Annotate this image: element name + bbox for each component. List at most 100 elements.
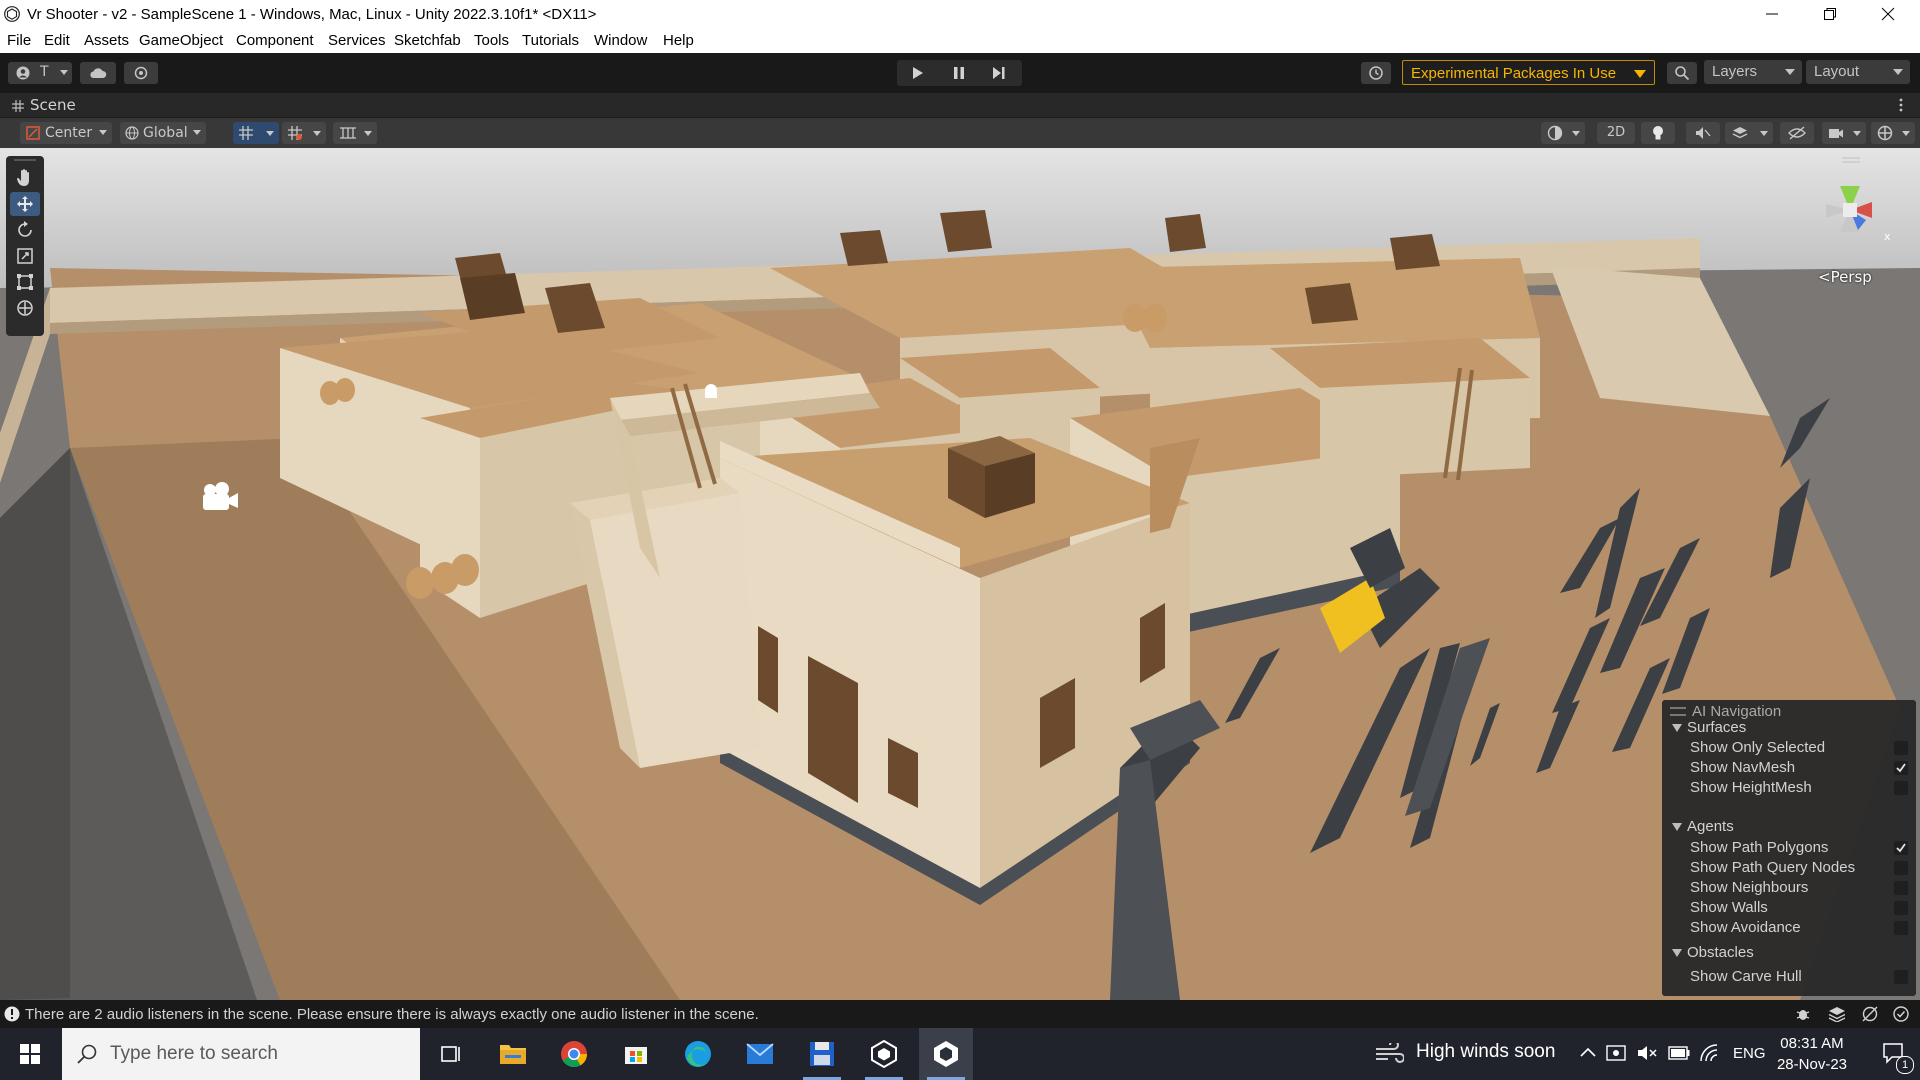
section-obstacles[interactable]: Obstacles [1687, 944, 1754, 961]
taskbar-search-box[interactable]: Type here to search [62, 1028, 420, 1080]
menu-component[interactable]: Component [236, 32, 314, 49]
taskbar-app-edge[interactable] [671, 1028, 725, 1080]
network-off-icon[interactable] [1861, 1006, 1879, 1022]
menu-file[interactable]: File [7, 32, 31, 49]
show-navmesh-checkbox[interactable] [1894, 761, 1908, 775]
overlay-drag-handle[interactable] [1670, 707, 1686, 716]
gizmo-globe-icon [1877, 125, 1893, 141]
windy-weather-icon[interactable] [1374, 1043, 1404, 1065]
scale-tool-button[interactable] [10, 244, 40, 268]
transform-tool-button[interactable] [10, 296, 40, 320]
pivot-mode-dropdown[interactable]: Center [20, 122, 112, 144]
effects-button[interactable] [1725, 122, 1773, 144]
show-neighbours-checkbox[interactable] [1894, 881, 1908, 895]
close-button[interactable] [1859, 0, 1917, 29]
search-button[interactable] [1667, 62, 1697, 84]
show-path-polygons-checkbox[interactable] [1894, 841, 1908, 855]
undo-history-button[interactable] [1361, 62, 1391, 84]
wifi-icon[interactable] [1699, 1044, 1719, 1062]
debug-bug-icon[interactable] [1795, 1006, 1811, 1022]
menu-help[interactable]: Help [663, 32, 694, 49]
rotate-tool-button[interactable] [10, 218, 40, 242]
show-carve-hull-checkbox[interactable] [1894, 970, 1908, 984]
tab-scene[interactable]: Scene [30, 96, 76, 114]
taskbar-app-chrome[interactable] [547, 1028, 601, 1080]
account-dropdown[interactable]: T [8, 62, 72, 84]
menu-tools[interactable]: Tools [474, 32, 509, 49]
chevron-down-icon[interactable] [1672, 823, 1682, 831]
task-view-icon [441, 1046, 460, 1062]
taskbar-app-task-view[interactable] [425, 1028, 479, 1080]
taskbar-app-unity-editor[interactable] [919, 1028, 973, 1080]
show-walls-checkbox[interactable] [1894, 901, 1908, 915]
palette-drag-handle[interactable] [14, 159, 36, 161]
taskbar-app-file-explorer[interactable] [486, 1028, 540, 1080]
pause-icon[interactable] [952, 66, 966, 80]
play-icon[interactable] [911, 66, 925, 80]
chevron-up-icon[interactable] [1580, 1047, 1596, 1057]
start-button[interactable] [0, 1028, 60, 1080]
align-button[interactable] [333, 122, 377, 144]
increment-snap-button[interactable] [282, 122, 326, 144]
more-options-icon[interactable] [1898, 98, 1904, 112]
layout-dropdown[interactable]: Layout [1806, 60, 1910, 84]
scene-viewport[interactable]: <Persp x AI Navigation Surfaces Show Onl… [0, 148, 1920, 1000]
lighting-toggle[interactable] [1641, 122, 1675, 144]
weather-text[interactable]: High winds soon [1416, 1041, 1555, 1063]
step-icon[interactable] [992, 66, 1006, 80]
toggle-2d-button[interactable]: 2D [1597, 122, 1635, 144]
layers-stack-icon[interactable] [1828, 1006, 1846, 1022]
ai-navigation-overlay: AI Navigation Surfaces Show Only Selecte… [1662, 700, 1916, 996]
notification-center-button[interactable]: 1 [1868, 1028, 1920, 1080]
battery-icon[interactable] [1668, 1046, 1690, 1060]
audio-toggle[interactable] [1686, 122, 1720, 144]
collab-button[interactable] [124, 62, 158, 84]
taskbar-app-microsoft-store[interactable] [609, 1028, 663, 1080]
cloud-button[interactable] [80, 62, 116, 84]
menu-sketchfab[interactable]: Sketchfab [394, 32, 461, 49]
rect-tool-button[interactable] [10, 270, 40, 294]
minimize-button[interactable] [1743, 0, 1801, 29]
globe-icon [125, 126, 139, 140]
show-carve-hull-label: Show Carve Hull [1690, 968, 1802, 985]
projection-toggle[interactable]: <Persp [1818, 268, 1872, 286]
menu-assets[interactable]: Assets [84, 32, 129, 49]
show-only-selected-checkbox[interactable] [1894, 741, 1908, 755]
space-mode-dropdown[interactable]: Global [120, 122, 206, 144]
restore-button[interactable] [1801, 0, 1859, 29]
taskbar-app-unity-hub[interactable] [857, 1028, 911, 1080]
light-gizmo-icon[interactable] [705, 384, 717, 398]
system-clock[interactable]: 08:31 AM 28-Nov-23 [1766, 1033, 1858, 1075]
menu-services[interactable]: Services [328, 32, 386, 49]
menu-edit[interactable]: Edit [44, 32, 70, 49]
console-status-bar[interactable]: There are 2 audio listeners in the scene… [0, 1000, 1920, 1028]
camera-settings-button[interactable] [1822, 122, 1866, 144]
show-avoidance-checkbox[interactable] [1894, 921, 1908, 935]
taskbar-app-save[interactable] [795, 1028, 849, 1080]
volume-muted-icon[interactable] [1637, 1044, 1657, 1062]
section-agents[interactable]: Agents [1687, 818, 1734, 835]
menu-gameobject[interactable]: GameObject [139, 32, 223, 49]
input-language[interactable]: ENG [1733, 1045, 1766, 1062]
check-circle-icon[interactable] [1893, 1006, 1909, 1022]
menu-tutorials[interactable]: Tutorials [522, 32, 579, 49]
move-tool-button[interactable] [10, 192, 40, 216]
view-tool-button[interactable] [10, 166, 40, 190]
gizmos-button[interactable] [1871, 122, 1915, 144]
layers-dropdown[interactable]: Layers [1704, 60, 1802, 84]
menu-window[interactable]: Window [594, 32, 647, 49]
show-heightmesh-checkbox[interactable] [1894, 781, 1908, 795]
experimental-packages-button[interactable]: Experimental Packages In Use [1402, 60, 1655, 85]
show-path-query-nodes-checkbox[interactable] [1894, 861, 1908, 875]
section-surfaces[interactable]: Surfaces [1687, 719, 1746, 736]
draw-mode-button[interactable] [1541, 122, 1585, 144]
scene-visibility-toggle[interactable] [1780, 122, 1814, 144]
store-bag-icon [625, 1047, 647, 1064]
meet-now-icon[interactable] [1606, 1044, 1626, 1062]
chevron-down-icon[interactable] [1672, 724, 1682, 732]
scene-render[interactable] [0, 148, 1920, 1000]
chevron-down-icon [364, 131, 372, 136]
grid-snapping-button[interactable] [233, 122, 279, 144]
taskbar-app-mail[interactable] [733, 1028, 787, 1080]
chevron-down-icon[interactable] [1672, 949, 1682, 957]
